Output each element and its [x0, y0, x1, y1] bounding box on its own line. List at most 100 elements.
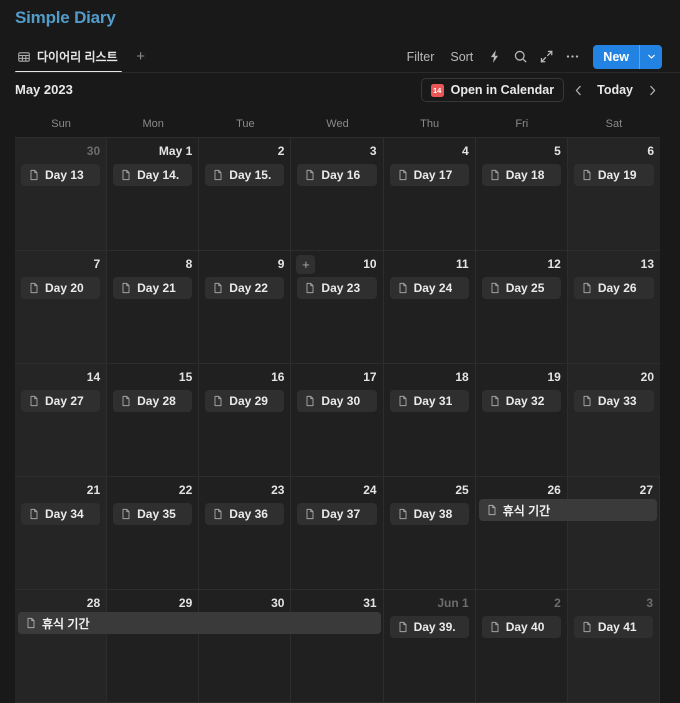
calendar-event[interactable]: Day 23 — [297, 277, 377, 299]
calendar-day-cell[interactable]: Jun 1 Day 39. — [383, 590, 476, 702]
calendar-day-cell[interactable]: 2 Day 40 — [475, 590, 568, 702]
calendar-day-cell[interactable]: 23 Day 36 — [199, 477, 292, 589]
calendar-day-cell[interactable]: 3 Day 16 — [291, 138, 384, 250]
calendar-event-label: Day 37 — [321, 507, 361, 521]
next-month-button[interactable] — [642, 78, 662, 102]
search-icon[interactable] — [507, 45, 533, 69]
calendar-day-cell[interactable]: 3 Day 41 — [567, 590, 660, 702]
calendar-week-row: 14 Day 27 15 Day 28 16 Day 29 17 Day 30 18 Day 31… — [15, 364, 660, 477]
calendar-day-cell[interactable]: 16 Day 29 — [199, 364, 292, 476]
collapse-arrows-icon[interactable] — [533, 45, 559, 69]
document-icon — [304, 282, 316, 294]
calendar-day-cell[interactable]: 20 Day 33 — [567, 364, 660, 476]
new-button[interactable]: New — [593, 45, 639, 69]
calendar-day-cell[interactable]: 9 Day 22 — [199, 251, 292, 363]
calendar-day-cell[interactable]: +10 Day 23 — [291, 251, 384, 363]
calendar-day-cell[interactable]: 8 Day 21 — [107, 251, 200, 363]
calendar-event[interactable]: Day 18 — [481, 164, 561, 186]
calendar-event[interactable]: Day 41 — [573, 616, 653, 638]
sort-button[interactable]: Sort — [442, 46, 481, 68]
calendar-event[interactable]: Day 27 — [21, 390, 101, 412]
document-icon — [397, 508, 409, 520]
calendar-day-cell[interactable]: 5 Day 18 — [475, 138, 568, 250]
calendar-event[interactable]: Day 28 — [113, 390, 193, 412]
calendar-event-label: Day 22 — [229, 281, 268, 295]
calendar-event[interactable]: Day 26 — [573, 277, 654, 299]
calendar-day-cell[interactable]: 2 Day 15. — [199, 138, 292, 250]
calendar-day-cell[interactable]: 18 Day 31 — [383, 364, 476, 476]
calendar-event[interactable]: Day 33 — [573, 390, 654, 412]
document-icon — [28, 395, 40, 407]
add-tab-button[interactable]: + — [132, 48, 150, 66]
calendar-event[interactable]: Day 25 — [481, 277, 561, 299]
calendar-day-cell[interactable]: 14 Day 27 — [15, 364, 108, 476]
document-icon — [489, 621, 501, 633]
calendar-day-cell[interactable]: 6 Day 19 — [567, 138, 660, 250]
calendar-day-cell[interactable]: 17 Day 30 — [291, 364, 384, 476]
add-event-button[interactable]: + — [296, 255, 316, 274]
calendar-day-cell[interactable]: 22 Day 35 — [107, 477, 200, 589]
today-button[interactable]: Today — [592, 83, 638, 97]
calendar-event-label: Day 35 — [137, 507, 176, 521]
calendar-event[interactable]: Day 21 — [113, 277, 193, 299]
calendar-day-cell[interactable]: 26 — [475, 477, 568, 589]
calendar-day-cell[interactable]: 24 Day 37 — [291, 477, 384, 589]
lightning-icon[interactable] — [481, 45, 507, 69]
open-in-calendar-button[interactable]: 14 Open in Calendar — [420, 78, 565, 102]
calendar-event[interactable]: Day 24 — [389, 277, 469, 299]
calendar-grid: 30 Day 13 May 1 Day 14. 2 Day 15. 3 Day 16 4 Day … — [15, 137, 660, 703]
calendar-event-label: Day 23 — [321, 281, 361, 295]
calendar-day-cell[interactable]: 21 Day 34 — [15, 477, 108, 589]
day-number: 3 — [646, 596, 653, 610]
day-number: 8 — [185, 257, 193, 271]
calendar-event[interactable]: Day 30 — [297, 390, 377, 412]
chevron-down-icon[interactable] — [640, 45, 662, 69]
calendar-event[interactable]: Day 40 — [481, 616, 561, 638]
calendar-event[interactable]: Day 32 — [481, 390, 561, 412]
open-in-calendar-label: Open in Calendar — [450, 83, 555, 97]
calendar-day-cell[interactable]: 25 Day 38 — [383, 477, 476, 589]
weekday-label-sat: Sat — [605, 118, 623, 130]
calendar-multiday-event[interactable]: 휴식 기간 — [18, 612, 381, 634]
calendar-day-cell[interactable]: 29 — [107, 590, 200, 702]
calendar-multiday-event[interactable]: 휴식 기간 — [478, 499, 657, 521]
calendar-day-cell[interactable]: 31 — [291, 590, 384, 702]
page-title: Simple Diary — [15, 8, 116, 27]
calendar-event[interactable]: Day 31 — [389, 390, 469, 412]
calendar-event-label: Day 33 — [597, 394, 637, 408]
previous-month-button[interactable] — [568, 78, 588, 102]
calendar-icon: 14 — [430, 83, 444, 97]
ellipsis-icon[interactable] — [559, 45, 585, 69]
calendar-day-cell[interactable]: 4 Day 17 — [383, 138, 476, 250]
calendar-event[interactable]: Day 13 — [21, 164, 101, 186]
calendar-event[interactable]: Day 36 — [205, 503, 285, 525]
calendar-day-cell[interactable]: 30 Day 13 — [15, 138, 108, 250]
calendar-day-cell[interactable]: 28 — [15, 590, 108, 702]
calendar-event[interactable]: Day 34 — [21, 503, 101, 525]
calendar-event[interactable]: Day 35 — [113, 503, 193, 525]
calendar-day-cell[interactable]: 11 Day 24 — [383, 251, 476, 363]
calendar-day-cell[interactable]: 7 Day 20 — [15, 251, 108, 363]
document-icon — [489, 169, 501, 181]
calendar-day-cell[interactable]: May 1 Day 14. — [107, 138, 200, 250]
calendar-day-cell[interactable]: 12 Day 25 — [475, 251, 568, 363]
calendar-day-cell[interactable]: 19 Day 32 — [475, 364, 568, 476]
calendar-event[interactable]: Day 19 — [573, 164, 654, 186]
calendar-event[interactable]: Day 29 — [205, 390, 285, 412]
calendar-event[interactable]: Day 15. — [205, 164, 285, 186]
calendar-event[interactable]: Day 16 — [297, 164, 377, 186]
calendar-event[interactable]: Day 37 — [297, 503, 377, 525]
calendar-event[interactable]: Day 20 — [21, 277, 101, 299]
filter-button[interactable]: Filter — [399, 46, 443, 68]
calendar-day-cell[interactable]: 15 Day 28 — [107, 364, 200, 476]
calendar-day-cell[interactable]: 30 — [199, 590, 292, 702]
calendar-day-cell[interactable]: 27 — [567, 477, 660, 589]
calendar-day-cell[interactable]: 13 Day 26 — [567, 251, 660, 363]
calendar-event[interactable]: Day 14. — [113, 164, 193, 186]
day-number: 21 — [86, 483, 101, 497]
calendar-event[interactable]: Day 38 — [389, 503, 469, 525]
calendar-event[interactable]: Day 39. — [389, 616, 469, 638]
tab-diary-list[interactable]: 다이어리 리스트 — [15, 40, 122, 73]
calendar-event[interactable]: Day 17 — [389, 164, 469, 186]
calendar-event[interactable]: Day 22 — [205, 277, 285, 299]
